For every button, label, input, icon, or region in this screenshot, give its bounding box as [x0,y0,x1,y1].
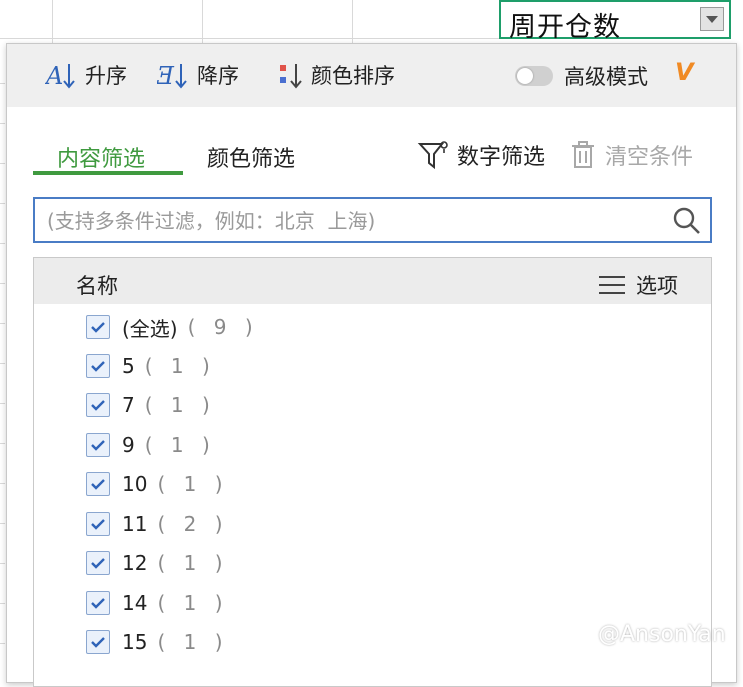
checkbox-checked[interactable] [86,433,110,457]
grid-line [352,0,353,43]
color-sort-icon [280,64,302,89]
list-item-label: 9 [122,433,135,457]
list-item-count: ( 2 ) [157,512,229,536]
checkbox-checked[interactable] [86,354,110,378]
color-sort-button[interactable]: 颜色排序 [277,60,395,90]
list-item[interactable]: 12 ( 1 ) [86,548,229,578]
number-filter-button[interactable]: 数字筛选 [417,139,545,171]
check-icon [91,637,105,648]
sort-descending-icon: Ǝ [157,62,187,90]
dropdown-arrow-icon [706,15,718,23]
list-options-button[interactable]: 选项 [598,270,678,300]
tab-color-filter[interactable]: 颜色筛选 [207,141,295,173]
list-header: 名称 选项 [34,258,711,304]
number-filter-label: 数字筛选 [457,145,546,170]
row-gridlines [0,43,5,675]
menu-icon [599,276,625,294]
checkbox-checked[interactable] [86,551,110,575]
list-item-label: 12 [122,551,148,575]
sort-ascending-label: 升序 [85,64,127,88]
sort-ascending-button[interactable]: A 升序 [45,60,127,90]
list-item[interactable]: 9 ( 1 ) [86,430,216,460]
check-icon [91,598,105,609]
sort-toolbar: A 升序 Ǝ 降序 颜色排序 高级模式 V [7,44,736,107]
list-item-label: 14 [122,591,148,615]
list-item-count: ( 1 ) [157,591,229,615]
list-item-label: 5 [122,354,135,378]
search-input[interactable] [45,205,659,237]
toggle-knob [517,68,533,84]
list-item[interactable]: 10 ( 1 ) [86,469,229,499]
list-item-count: ( 9 ) [187,315,259,339]
color-sort-label: 颜色排序 [311,64,395,88]
funnel-icon [417,141,448,170]
grid-line [202,0,203,43]
list-item-count: ( 1 ) [144,393,216,417]
list-item-count: ( 1 ) [144,433,216,457]
sort-descending-button[interactable]: Ǝ 降序 [157,60,239,90]
column-header-title: 周开仓数 [509,12,621,43]
svg-text:A: A [45,62,63,90]
column-header-cell[interactable]: 周开仓数 [499,0,731,43]
list-item[interactable]: 15 ( 1 ) [86,627,229,657]
check-icon [91,322,105,333]
list-header-name: 名称 [76,274,118,298]
list-item[interactable]: 5 ( 1 ) [86,351,216,381]
sort-descending-label: 降序 [197,64,239,88]
list-item-label: 11 [122,512,148,536]
checkbox-checked[interactable] [86,315,110,339]
search-icon[interactable] [672,206,702,236]
list-item-count: ( 1 ) [157,472,229,496]
sort-ascending-icon: A [45,62,75,90]
vip-badge-icon[interactable]: V [675,58,694,86]
list-item[interactable]: (全选) ( 9 ) [86,312,259,342]
list-item[interactable]: 7 ( 1 ) [86,390,216,420]
check-icon [91,361,105,372]
list-item-label: 7 [122,393,135,417]
watermark: @AnsonYan [572,622,726,647]
check-icon [91,400,105,411]
watermark-text: @AnsonYan [598,622,726,647]
search-box [33,197,712,243]
active-tab-indicator [33,171,183,175]
filter-panel: A 升序 Ǝ 降序 颜色排序 高级模式 V 内容筛选 颜色筛选 数字筛选 清空条… [6,43,737,687]
list-item-label: 10 [122,472,148,496]
clear-conditions-button[interactable]: 清空条件 [569,139,693,171]
check-icon [91,440,105,451]
clear-conditions-label: 清空条件 [605,145,694,170]
filter-dropdown-button[interactable] [700,7,724,31]
check-icon [91,479,105,490]
checkbox-checked[interactable] [86,512,110,536]
grid-line [0,38,500,39]
checkbox-checked[interactable] [86,630,110,654]
tab-content-filter[interactable]: 内容筛选 [57,141,145,173]
checkbox-checked[interactable] [86,591,110,615]
grid-line [52,0,53,43]
list-item-count: ( 1 ) [144,354,216,378]
check-icon [91,558,105,569]
list-item-label: (全选) [122,316,178,341]
weibo-logo-icon [575,626,592,644]
checkbox-checked[interactable] [86,472,110,496]
check-icon [91,519,105,530]
svg-text:Ǝ: Ǝ [157,62,175,90]
advanced-mode-toggle[interactable] [515,66,553,86]
list-item[interactable]: 14 ( 1 ) [86,588,229,618]
list-item[interactable]: 11 ( 2 ) [86,509,229,539]
list-options-label: 选项 [636,274,678,298]
list-item-count: ( 1 ) [157,630,229,654]
trash-icon [572,141,594,168]
advanced-mode-label: 高级模式 [564,65,648,89]
list-item-count: ( 1 ) [157,551,229,575]
list-item-label: 15 [122,630,148,654]
checkbox-checked[interactable] [86,393,110,417]
